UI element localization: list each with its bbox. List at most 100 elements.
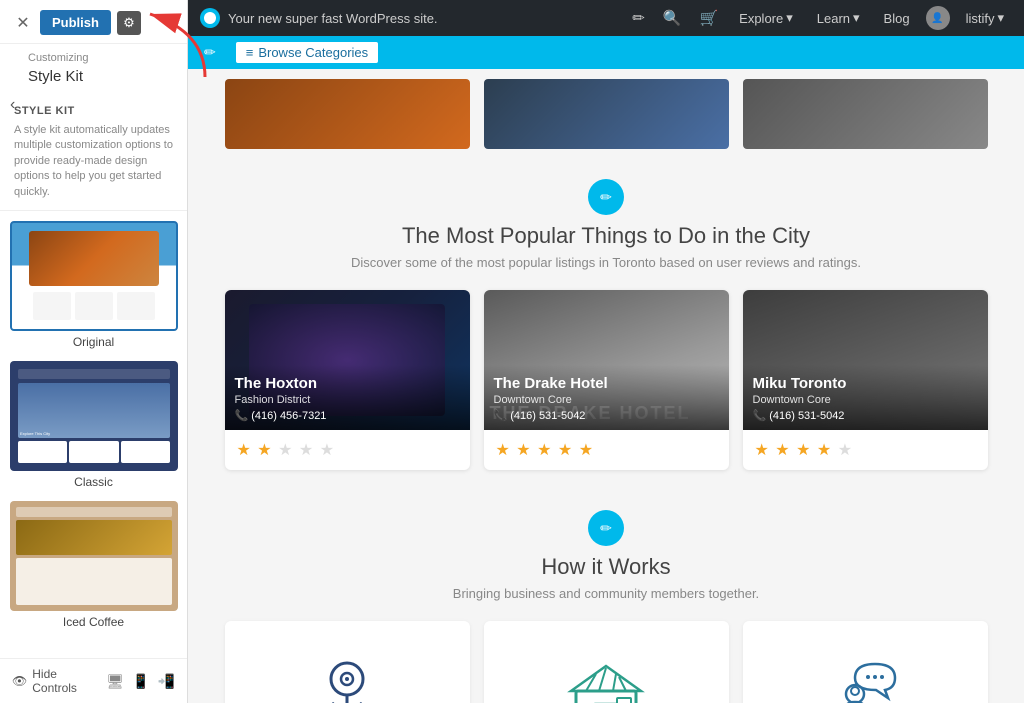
kit-list: Original Explore This City Classic	[0, 211, 187, 658]
learn-chevron: ▾	[853, 10, 860, 26]
username: listify	[966, 11, 995, 26]
star-5: ★	[838, 442, 853, 459]
sidebar-footer: 👁 Hide Controls 🖥 📱 📲	[0, 658, 187, 703]
tablet-icon[interactable]: 📱	[132, 673, 149, 690]
drake-name: The Drake Hotel	[494, 375, 719, 392]
miku-phone-row: 📞 (416) 531-5042	[753, 409, 978, 422]
how-section-subtitle: Bringing business and community members …	[208, 586, 1004, 601]
miku-phone: (416) 531-5042	[769, 410, 844, 422]
sidebar-header-left: ✕ Publish ⚙	[12, 10, 141, 35]
support-icon	[820, 656, 910, 703]
listing-card-miku[interactable]: Miku Toronto Downtown Core 📞 (416) 531-5…	[743, 290, 988, 470]
desktop-icon[interactable]: 🖥	[106, 673, 124, 690]
star-5: ★	[579, 442, 594, 459]
popular-section-subtitle: Discover some of the most popular listin…	[208, 255, 1004, 270]
top-image-3	[743, 79, 988, 149]
kit-item-classic[interactable]: Explore This City Classic	[10, 361, 177, 489]
hoxton-name: The Hoxton	[235, 375, 460, 392]
hide-controls-label: Hide Controls	[32, 667, 92, 695]
star-3: ★	[537, 442, 552, 459]
top-image-2	[484, 79, 729, 149]
kit-item-original[interactable]: Original	[10, 221, 177, 349]
mobile-icon[interactable]: 📲	[158, 673, 175, 690]
phone-icon-miku: 📞	[753, 409, 767, 422]
avatar-icon: 👤	[931, 13, 943, 24]
popular-section: ✏ The Most Popular Things to Do in the C…	[188, 149, 1024, 490]
hoxton-district: Fashion District	[235, 394, 460, 406]
nav-logo	[200, 8, 220, 28]
how-card-store	[484, 621, 729, 703]
listing-card-hoxton[interactable]: The Hoxton Fashion District 📞 (416) 456-…	[225, 290, 470, 470]
hoxton-phone-row: 📞 (416) 456-7321	[235, 409, 460, 422]
kit-thumbnail-classic: Explore This City	[10, 361, 178, 471]
how-section-title: How it Works	[208, 554, 1004, 580]
user-avatar[interactable]: 👤	[926, 6, 950, 30]
listing-card-drake[interactable]: THE DRAKE HOTEL The Drake Hotel Downtown…	[484, 290, 729, 470]
explore-chevron: ▾	[786, 10, 793, 26]
wp-logo	[200, 8, 220, 28]
kit-item-iced-coffee[interactable]: Iced Coffee	[10, 501, 177, 629]
store-icon	[561, 656, 651, 703]
card-overlay-hoxton: The Hoxton Fashion District 📞 (416) 456-…	[225, 365, 470, 430]
back-button[interactable]: ‹	[10, 96, 15, 114]
drake-stars: ★ ★ ★ ★ ★	[496, 440, 595, 460]
top-nav: Your new super fast WordPress site. ✏ 🔍 …	[188, 0, 1024, 36]
hide-controls-button[interactable]: 👁 Hide Controls	[12, 667, 92, 695]
popular-section-icon-container: ✏	[208, 179, 1004, 215]
popular-section-icon: ✏	[588, 179, 624, 215]
hoxton-stars: ★ ★ ★ ★ ★	[237, 440, 336, 460]
hoxton-phone: (416) 456-7321	[251, 410, 326, 422]
gear-icon: ⚙	[123, 15, 135, 31]
star-3: ★	[796, 442, 811, 459]
card-image-drake: THE DRAKE HOTEL The Drake Hotel Downtown…	[484, 290, 729, 430]
browse-categories-button[interactable]: ≡ Browse Categories	[236, 42, 378, 63]
blog-nav-item[interactable]: Blog	[876, 11, 918, 26]
how-card-support	[743, 621, 988, 703]
miku-name: Miku Toronto	[753, 375, 978, 392]
breadcrumb: Customizing	[0, 44, 187, 68]
star-2: ★	[516, 442, 531, 459]
how-card-search	[225, 621, 470, 703]
top-image-1	[225, 79, 470, 149]
settings-button[interactable]: ⚙	[117, 11, 141, 35]
sidebar-title: Style Kit	[0, 68, 187, 95]
search-icon[interactable]: 🔍	[658, 9, 687, 27]
style-kit-label: Style Kit	[14, 105, 173, 117]
learn-nav-item[interactable]: Learn ▾	[809, 10, 868, 26]
kit-name-original: Original	[10, 335, 177, 349]
card-image-hoxton: The Hoxton Fashion District 📞 (416) 456-…	[225, 290, 470, 430]
how-section-icon: ✏	[588, 510, 624, 546]
wp-logo-inner	[204, 12, 216, 24]
list-icon: ≡	[246, 45, 254, 60]
phone-icon-drake: 📞	[494, 409, 508, 422]
star-2: ★	[775, 442, 790, 459]
how-section-icon-container: ✏	[208, 510, 1004, 546]
user-label[interactable]: listify ▾	[958, 10, 1012, 26]
cart-icon[interactable]: 🛒	[694, 9, 723, 27]
drake-district: Downtown Core	[494, 394, 719, 406]
search-pin-icon	[307, 651, 387, 703]
publish-button[interactable]: Publish	[40, 10, 111, 35]
sidebar: ✕ Publish ⚙ ‹ Customizing Style Kit Styl…	[0, 0, 188, 703]
top-images	[188, 69, 1024, 149]
star-2: ★	[257, 442, 272, 459]
kit-name-iced-coffee: Iced Coffee	[10, 615, 177, 629]
learn-label: Learn	[817, 11, 850, 26]
star-4: ★	[558, 442, 573, 459]
close-button[interactable]: ✕	[12, 12, 34, 34]
main-content: Your new super fast WordPress site. ✏ 🔍 …	[188, 0, 1024, 703]
star-3: ★	[278, 442, 293, 459]
drake-phone-row: 📞 (416) 531-5042	[494, 409, 719, 422]
explore-label: Explore	[739, 11, 783, 26]
kit-thumbnail-iced-coffee	[10, 501, 178, 611]
browse-categories-label: Browse Categories	[258, 45, 368, 60]
kit-name-classic: Classic	[10, 475, 177, 489]
explore-nav-item[interactable]: Explore ▾	[731, 10, 801, 26]
star-4: ★	[299, 442, 314, 459]
pencil-icon[interactable]: ✏	[627, 9, 650, 27]
listing-card-grid: The Hoxton Fashion District 📞 (416) 456-…	[208, 290, 1004, 470]
card-overlay-drake: The Drake Hotel Downtown Core 📞 (416) 53…	[484, 365, 729, 430]
user-chevron: ▾	[997, 10, 1004, 26]
miku-district: Downtown Core	[753, 394, 978, 406]
device-icons: 🖥 📱 📲	[106, 673, 175, 690]
